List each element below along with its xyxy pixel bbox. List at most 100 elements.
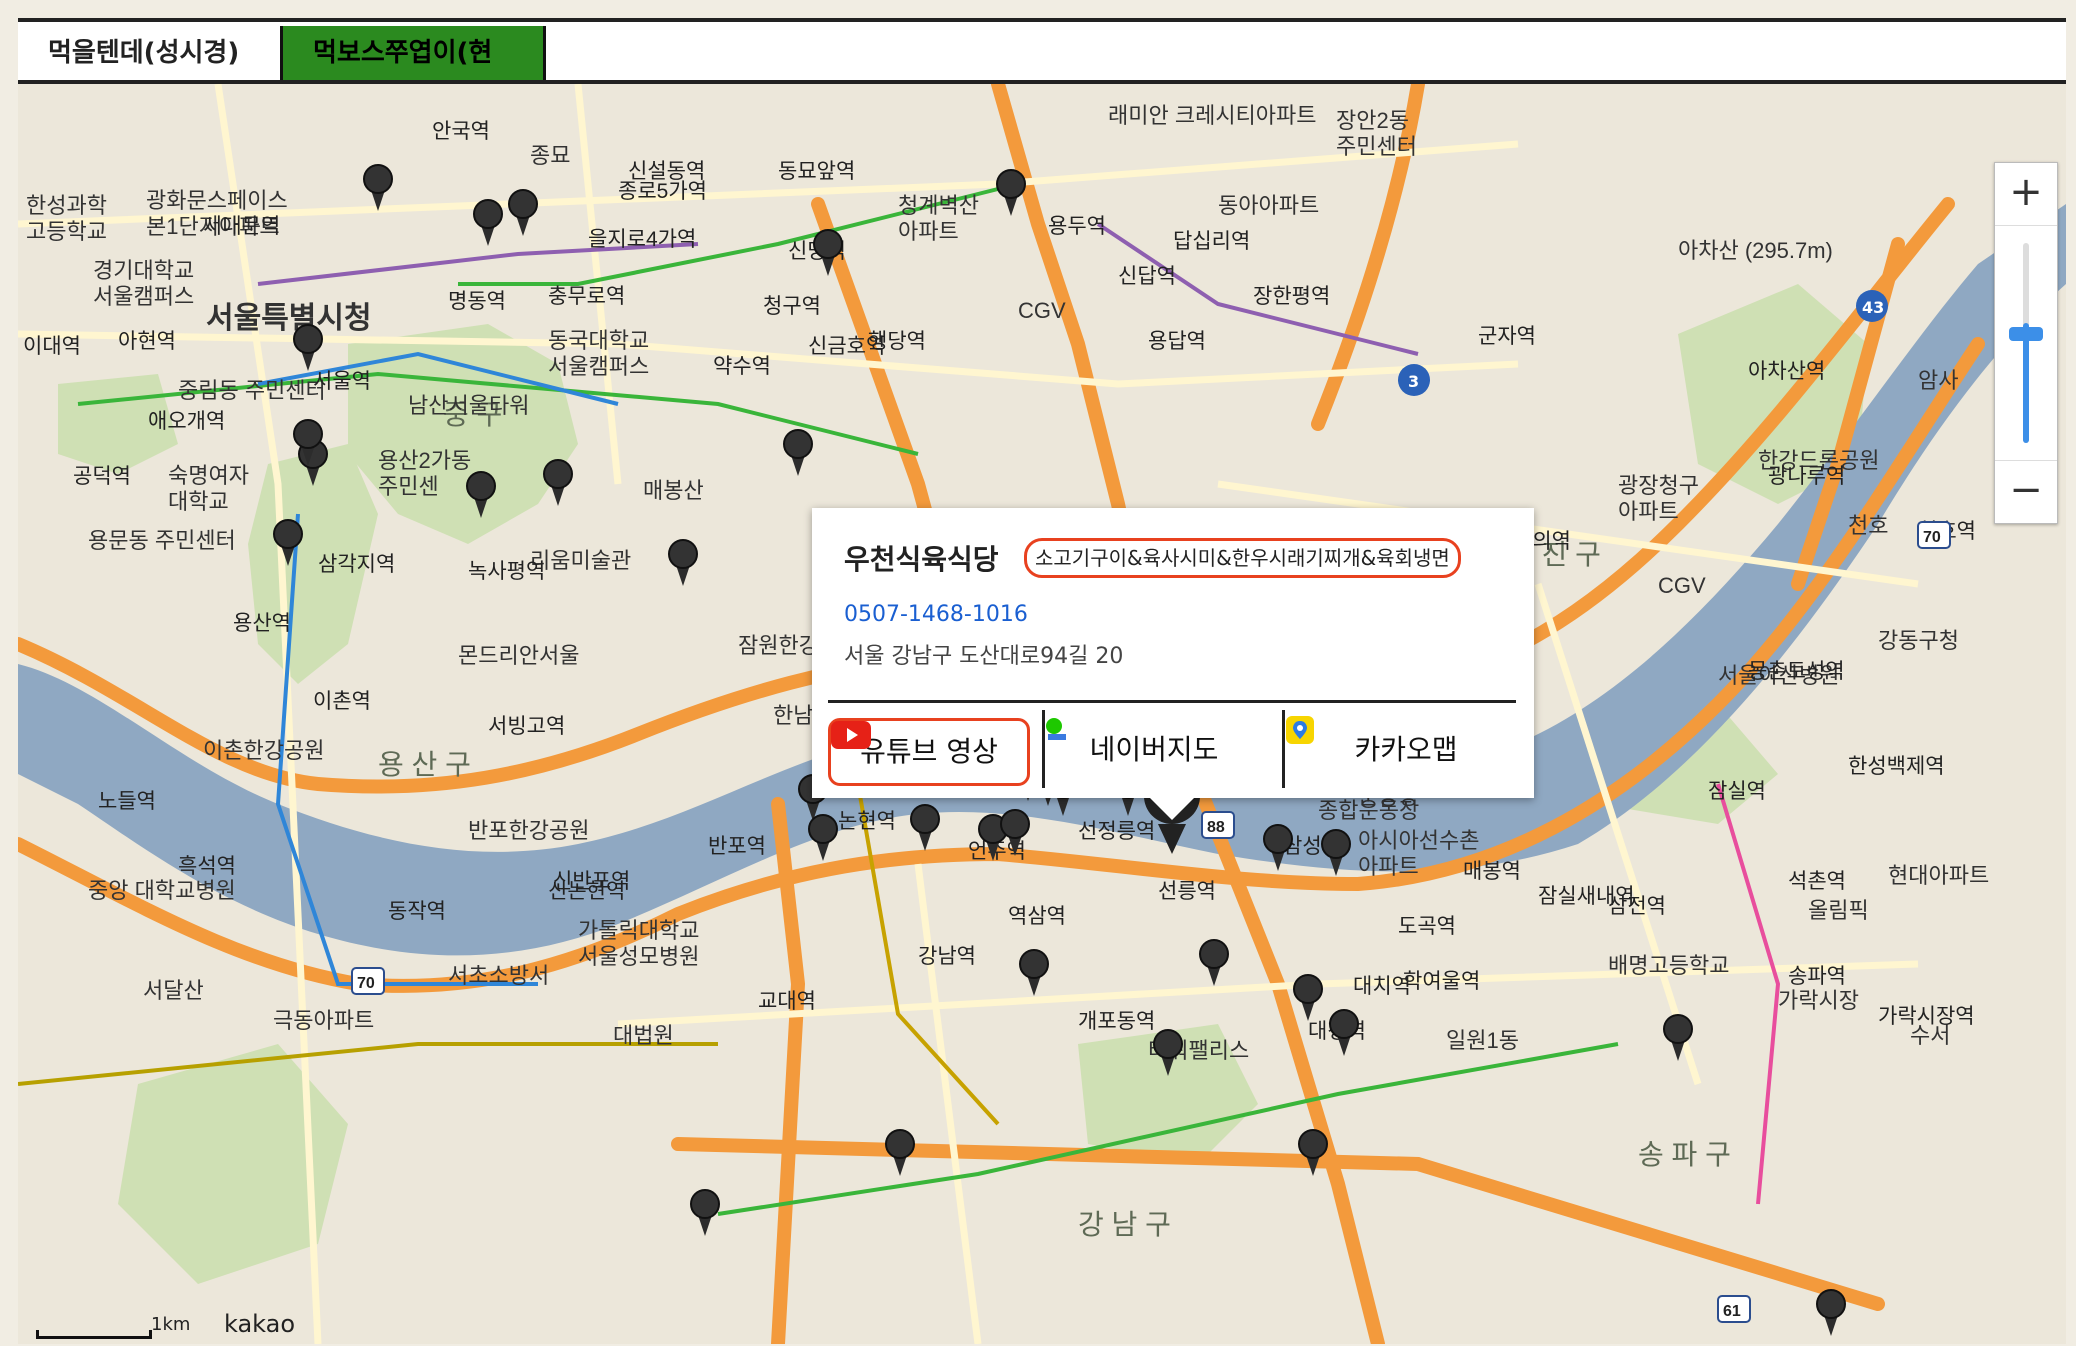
station-label[interactable]: 이대역 [23, 335, 81, 358]
station-label[interactable]: 노들역 [98, 790, 156, 813]
zoom-in-button[interactable]: + [1995, 163, 2057, 226]
station-label[interactable]: 을지로4가역 [588, 228, 696, 251]
station-label[interactable]: 흑석역 [178, 855, 236, 878]
naver-map-button[interactable]: 네이버지도 [1044, 716, 1264, 784]
station-label[interactable]: 약수역 [713, 355, 771, 378]
place-label[interactable]: 한성과학 고등학교 [26, 193, 107, 244]
tab-hyunjuyup[interactable]: 먹보스쭈엽이(현주엽) [280, 26, 546, 122]
station-label[interactable]: 아현역 [118, 330, 176, 353]
station-label[interactable]: 한성백제역 [1848, 755, 1945, 778]
station-label[interactable]: 학여울역 [1403, 970, 1480, 993]
station-label[interactable]: 이촌역 [313, 690, 371, 713]
place-label[interactable]: 가락시장 [1778, 988, 1859, 1013]
place-label[interactable]: CGV [1658, 573, 1706, 598]
restaurant-marker-icon[interactable] [508, 189, 538, 236]
station-label[interactable]: 동묘앞역 [778, 160, 855, 183]
place-label[interactable]: 천호 [1848, 513, 1888, 538]
place-label[interactable]: 일원1동 [1446, 1028, 1519, 1053]
place-label[interactable]: 아차산 (295.7m) [1678, 238, 1833, 263]
station-label[interactable]: 삼각지역 [318, 553, 395, 576]
place-label[interactable]: 중림동 주민센터 [178, 378, 326, 403]
place-label[interactable]: 래미안 크레시티아파트 [1108, 103, 1317, 128]
place-label[interactable]: 매봉산 [643, 478, 704, 503]
station-label[interactable]: 애오개역 [148, 410, 225, 433]
place-label[interactable]: 이촌한강공원 [203, 738, 324, 763]
station-label[interactable]: 신반포역 [553, 870, 630, 893]
restaurant-marker-icon[interactable] [1199, 939, 1229, 986]
restaurant-marker-icon[interactable] [1293, 974, 1323, 1021]
station-label[interactable]: 군자역 [1478, 325, 1536, 348]
station-label[interactable]: 석촌역 [1788, 870, 1846, 893]
place-label[interactable]: 반포한강공원 [468, 818, 589, 843]
station-label[interactable]: 대치역 [1353, 975, 1411, 998]
place-label[interactable]: 암사 [1918, 368, 1958, 393]
station-label[interactable]: 선릉역 [1158, 880, 1216, 903]
restaurant-marker-icon[interactable] [996, 169, 1026, 216]
place-label[interactable]: 남산서울타워 [408, 393, 529, 418]
place-phone-link[interactable]: 0507-1468-1016 [844, 602, 1028, 627]
tab-sungsikyung[interactable]: 먹을텐데(성시경) [18, 26, 298, 80]
station-label[interactable]: 명동역 [448, 290, 506, 313]
place-label[interactable]: 배명고등학교 [1608, 953, 1729, 978]
place-label[interactable]: 종묘 [530, 143, 570, 168]
place-label[interactable]: 극동아파트 [273, 1008, 374, 1033]
station-label[interactable]: 선정릉역 [1078, 820, 1155, 843]
place-label[interactable]: 종합운동장 [1318, 798, 1419, 823]
station-label[interactable]: 용산역 [233, 612, 291, 635]
restaurant-marker-icon[interactable] [1329, 1009, 1359, 1056]
place-label[interactable]: 서초소방서 [448, 963, 549, 988]
station-label[interactable]: 행당역 [868, 330, 926, 353]
place-label[interactable]: 대법원 [613, 1023, 674, 1048]
station-label[interactable]: 아차산역 [1748, 360, 1825, 383]
station-label[interactable]: 동작역 [388, 900, 446, 923]
station-label[interactable]: 교대역 [758, 990, 816, 1013]
place-label[interactable]: 동국대학교 서울캠퍼스 [548, 328, 649, 379]
station-label[interactable]: 강남역 [918, 945, 976, 968]
restaurant-marker-icon[interactable] [783, 429, 813, 476]
station-label[interactable]: 답십리역 [1173, 230, 1250, 253]
station-label[interactable]: 반포역 [708, 835, 766, 858]
station-label[interactable]: 신답역 [1118, 265, 1176, 288]
restaurant-marker-icon[interactable] [363, 164, 393, 211]
station-label[interactable]: 논현역 [838, 810, 896, 833]
station-label[interactable]: 서울역 [313, 370, 371, 393]
station-label[interactable]: 청구역 [763, 295, 821, 318]
place-label[interactable]: 서달산 [143, 978, 204, 1003]
map-canvas[interactable]: 중 구 용 산 구 광 진 구 송 파 구 강 남 구 서울특별시청 광화문스페이… [18, 84, 2066, 1344]
zoom-slider-track[interactable] [2023, 243, 2029, 443]
station-label[interactable]: 용두역 [1048, 215, 1106, 238]
zoom-out-button[interactable]: − [1995, 460, 2057, 523]
place-label[interactable]: 장안2동 주민센터 [1336, 108, 1417, 159]
restaurant-marker-icon[interactable] [690, 1189, 720, 1236]
place-label[interactable]: 강동구청 [1878, 628, 1959, 653]
station-label[interactable]: 송파역 [1788, 965, 1846, 988]
station-label[interactable]: 개포동역 [1078, 1010, 1155, 1033]
place-label[interactable]: 한남 [773, 703, 813, 728]
station-label[interactable]: 충무로역 [548, 285, 625, 308]
station-label[interactable]: 역삼역 [1008, 905, 1066, 928]
place-label[interactable]: 용문동 주민센터 [88, 528, 236, 553]
station-label[interactable]: 녹사평역 [468, 560, 545, 583]
restaurant-marker-icon[interactable] [668, 539, 698, 586]
restaurant-marker-icon[interactable] [1816, 1289, 1846, 1336]
place-label[interactable]: 동아아파트 [1218, 193, 1319, 218]
station-label[interactable]: 잠실역 [1708, 780, 1766, 803]
kakao-logo[interactable]: kakao [224, 1310, 295, 1338]
place-label[interactable]: 중앙 대학교병원 [88, 878, 236, 903]
zoom-slider-handle[interactable] [2009, 327, 2043, 341]
station-label[interactable]: 도곡역 [1398, 915, 1456, 938]
place-label[interactable]: 올림픽 [1808, 898, 1869, 923]
station-label[interactable]: 서빙고역 [488, 715, 565, 738]
station-label[interactable]: 서대문역 [203, 215, 280, 238]
station-label[interactable]: 장한평역 [1253, 285, 1330, 308]
restaurant-marker-icon[interactable] [293, 324, 323, 371]
youtube-video-button[interactable]: 유튜브 영상 [828, 718, 1030, 786]
station-label[interactable]: 삼전역 [1608, 895, 1666, 918]
place-label[interactable]: 서울특별시청 [206, 302, 372, 335]
place-label[interactable]: CGV [1018, 298, 1066, 323]
restaurant-marker-icon[interactable] [885, 1129, 915, 1176]
restaurant-marker-icon[interactable] [910, 804, 940, 851]
restaurant-marker-icon[interactable] [1019, 949, 1049, 996]
station-label[interactable]: 용답역 [1148, 330, 1206, 353]
restaurant-marker-icon[interactable] [1298, 1129, 1328, 1176]
